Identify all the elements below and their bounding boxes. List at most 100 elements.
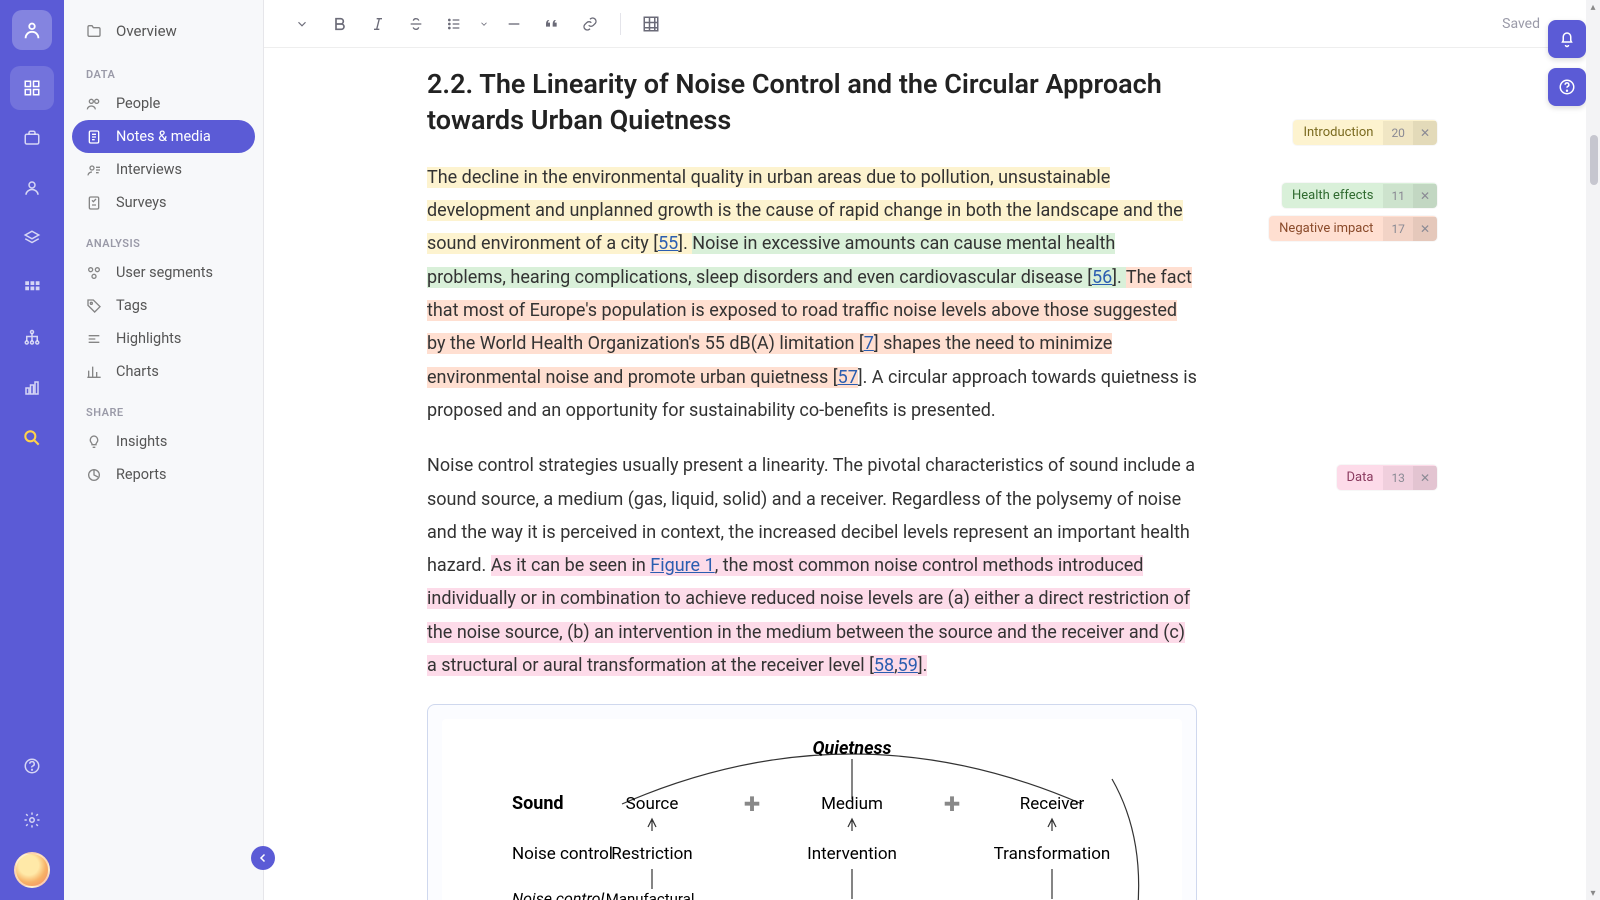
rail-dashboard[interactable] <box>10 66 54 110</box>
toolbar-link[interactable] <box>572 8 608 40</box>
folder-icon <box>86 23 102 39</box>
rail-person[interactable] <box>10 166 54 210</box>
svg-text:Intervention: Intervention <box>807 844 897 864</box>
scroll-down-icon[interactable]: ▾ <box>1588 888 1598 898</box>
rail-help[interactable] <box>10 744 54 788</box>
logo-icon <box>21 19 43 41</box>
tag-chip-health[interactable]: Health effects11✕ <box>1282 183 1437 208</box>
sidebar-item-label: Highlights <box>116 330 181 347</box>
sidebar-item-highlights[interactable]: Highlights <box>72 322 255 355</box>
sidebar-item-surveys[interactable]: Surveys <box>72 186 255 219</box>
sidebar-item-label: Tags <box>116 297 147 314</box>
quote-icon <box>544 16 560 32</box>
list-icon <box>446 16 462 32</box>
rail-layers[interactable] <box>10 216 54 260</box>
sidebar-item-label: Notes & media <box>116 128 211 145</box>
sidebar-section-analysis: ANALYSIS <box>72 219 255 256</box>
app-icon-rail <box>0 0 64 900</box>
help-icon <box>1558 78 1576 96</box>
rail-matrix[interactable] <box>10 266 54 310</box>
sidebar-item-notes[interactable]: Notes & media <box>72 120 255 153</box>
toolbar-list[interactable] <box>436 8 472 40</box>
rail-tree[interactable] <box>10 316 54 360</box>
editor-toolbar: Saved <box>264 0 1600 48</box>
svg-text:Medium: Medium <box>821 794 883 814</box>
insights-icon <box>86 434 102 450</box>
svg-text:Manufactural spe: Manufactural specifications & legislatio… <box>597 890 707 900</box>
document-scroll[interactable]: 2.2. The Linearity of Noise Control and … <box>264 48 1600 900</box>
ref-7[interactable]: 7 <box>864 333 874 354</box>
notes-icon <box>86 129 102 145</box>
table-icon <box>642 15 660 33</box>
toolbar-bold[interactable] <box>322 8 358 40</box>
toolbar-italic[interactable] <box>360 8 396 40</box>
sidebar-item-people[interactable]: People <box>72 87 255 120</box>
svg-text:Receiver: Receiver <box>1020 794 1085 814</box>
ref-57[interactable]: 57 <box>838 367 858 388</box>
ref-58[interactable]: 58 <box>874 655 894 676</box>
sidebar-item-insights[interactable]: Insights <box>72 425 255 458</box>
help-icon <box>23 757 41 775</box>
bold-icon <box>332 16 348 32</box>
chevron-down-icon <box>479 19 489 29</box>
layers-icon <box>23 229 41 247</box>
sidebar-overview[interactable]: Overview <box>72 12 255 50</box>
ref-59[interactable]: 59 <box>898 655 918 676</box>
tree-icon <box>23 329 41 347</box>
figure-diagram: Quietness Sound Source Medium Receiver ✚… <box>442 719 1182 900</box>
tag-chip-introduction[interactable]: Introduction20✕ <box>1293 120 1437 145</box>
sidebar-item-label: Interviews <box>116 161 182 178</box>
scrollbar-thumb[interactable] <box>1590 135 1598 185</box>
strike-icon <box>408 16 424 32</box>
main: Saved 2.2. The Linearity of Noise Contro… <box>264 0 1600 900</box>
scrollbar[interactable]: ▴ ▾ <box>1586 0 1600 900</box>
ref-55[interactable]: 55 <box>658 233 678 254</box>
sidebar: Overview DATA People Notes & media Inter… <box>64 0 264 900</box>
toolbar-separator <box>620 13 621 35</box>
scroll-up-icon[interactable]: ▴ <box>1588 2 1598 12</box>
interviews-icon <box>86 162 102 178</box>
document: 2.2. The Linearity of Noise Control and … <box>427 60 1197 900</box>
segments-icon <box>86 265 102 281</box>
toolbar-strike[interactable] <box>398 8 434 40</box>
grid-icon <box>23 79 41 97</box>
rail-briefcase[interactable] <box>10 116 54 160</box>
tag-remove[interactable]: ✕ <box>1413 121 1437 145</box>
sidebar-section-data: DATA <box>72 50 255 87</box>
tag-row: Health effects11✕ <box>1217 183 1437 208</box>
help-button[interactable] <box>1548 68 1586 106</box>
tag-chip-data[interactable]: Data13✕ <box>1337 465 1438 490</box>
tag-chip-negative[interactable]: Negative impact17✕ <box>1269 216 1437 241</box>
toolbar-table[interactable] <box>633 8 669 40</box>
svg-text:Noise control: Noise control <box>512 889 604 900</box>
sidebar-item-segments[interactable]: User segments <box>72 256 255 289</box>
tag-row: Data13✕ <box>1217 465 1437 490</box>
tag-remove[interactable]: ✕ <box>1413 466 1437 490</box>
sidebar-item-reports[interactable]: Reports <box>72 458 255 491</box>
people-icon <box>86 96 102 112</box>
toolbar-more[interactable] <box>284 8 320 40</box>
tag-row: Introduction20✕ <box>1217 120 1437 145</box>
sidebar-item-label: Surveys <box>116 194 167 211</box>
rail-chart[interactable] <box>10 366 54 410</box>
rail-settings[interactable] <box>10 798 54 842</box>
toolbar-quote[interactable] <box>534 8 570 40</box>
matrix-icon <box>23 279 41 297</box>
highlight-data[interactable]: As it can be seen in Figure 1, the most … <box>427 555 1190 676</box>
sidebar-item-interviews[interactable]: Interviews <box>72 153 255 186</box>
app-logo[interactable] <box>12 10 52 50</box>
sidebar-item-charts[interactable]: Charts <box>72 355 255 388</box>
tag-remove[interactable]: ✕ <box>1413 217 1437 241</box>
italic-icon <box>370 16 386 32</box>
notifications-button[interactable] <box>1548 20 1586 58</box>
ref-56[interactable]: 56 <box>1092 267 1112 288</box>
user-avatar[interactable] <box>14 852 50 888</box>
search-icon <box>22 428 42 448</box>
sidebar-item-label: User segments <box>116 264 213 281</box>
toolbar-list-dropdown[interactable] <box>474 8 494 40</box>
toolbar-hr[interactable] <box>496 8 532 40</box>
tag-remove[interactable]: ✕ <box>1413 184 1437 208</box>
ref-figure1[interactable]: Figure 1 <box>650 555 714 576</box>
rail-search[interactable] <box>10 416 54 460</box>
sidebar-item-tags[interactable]: Tags <box>72 289 255 322</box>
